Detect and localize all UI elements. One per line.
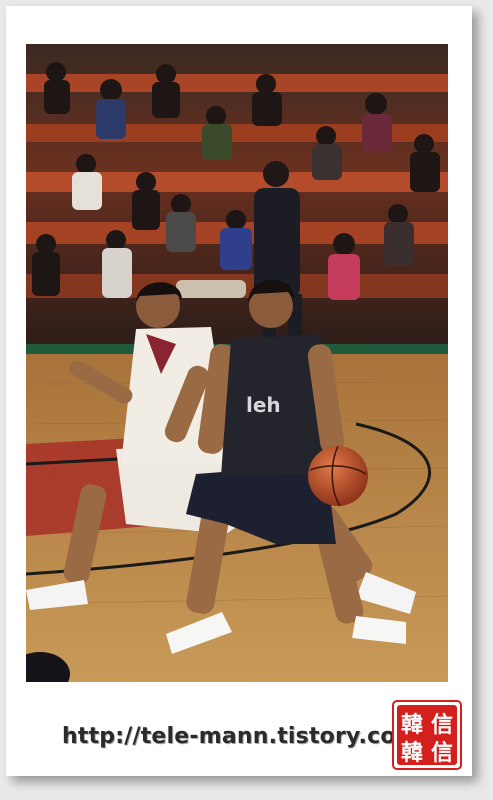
seal-stamp: 韓 信 韓 信 [392,700,462,770]
basketball-scene: leh [26,44,448,682]
basketball-photo: leh [26,44,448,682]
svg-text:韓: 韓 [401,740,423,766]
svg-text:信: 信 [431,712,453,738]
basketball [308,446,368,506]
svg-text:信: 信 [431,740,453,766]
svg-text:韓: 韓 [401,712,423,738]
url-caption[interactable]: http://tele-mann.tistory.com [62,724,442,749]
svg-text:leh: leh [246,393,281,417]
